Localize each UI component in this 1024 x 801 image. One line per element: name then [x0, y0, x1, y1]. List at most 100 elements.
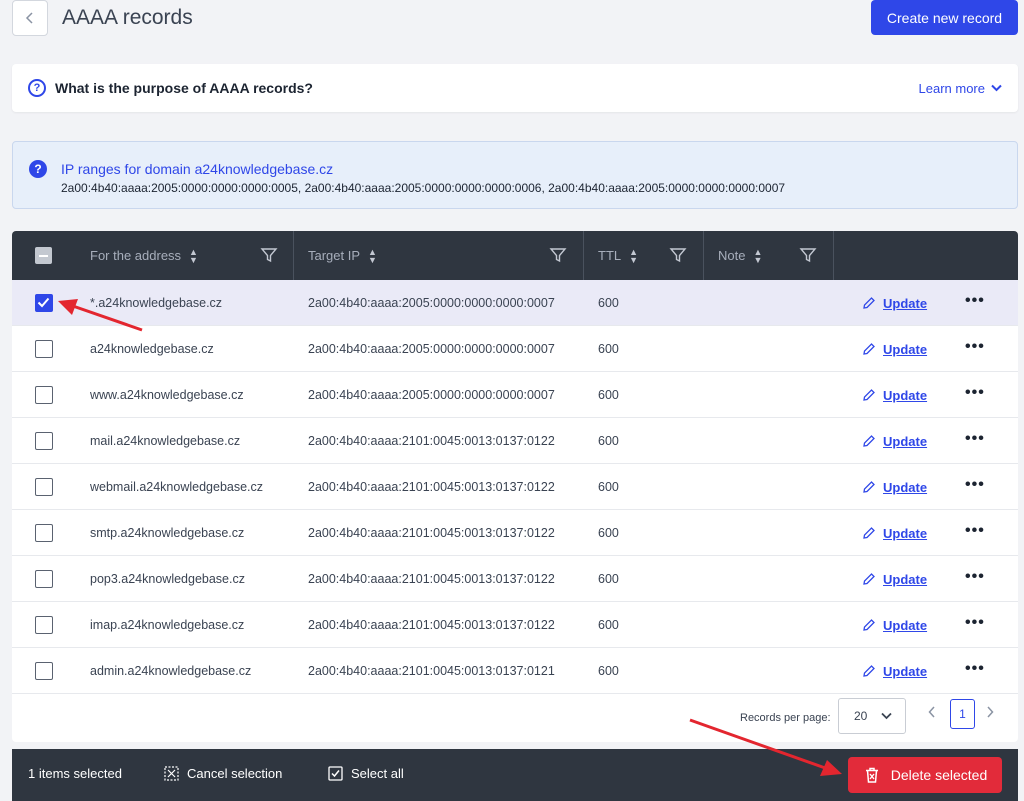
address-cell: a24knowledgebase.cz — [90, 342, 214, 356]
table-header: For the address ▲ ▼ Target IP ▲ ▼ TTL ▲ ▼ N… — [12, 231, 1018, 280]
row-checkbox[interactable] — [35, 432, 53, 450]
more-actions-icon[interactable]: ••• — [965, 476, 985, 494]
update-link[interactable]: Update — [862, 280, 927, 326]
pencil-icon — [863, 573, 875, 585]
column-ttl[interactable]: TTL ▲ ▼ — [598, 231, 638, 280]
table-row: webmail.a24knowledgebase.cz 2a00:4b40:aa… — [12, 464, 1018, 510]
row-checkbox[interactable] — [35, 386, 53, 404]
ttl-cell: 600 — [598, 434, 619, 448]
table-row: pop3.a24knowledgebase.cz 2a00:4b40:aaaa:… — [12, 556, 1018, 602]
delete-selected-label: Delete selected — [890, 767, 988, 783]
address-cell: admin.a24knowledgebase.cz — [90, 664, 252, 678]
update-label: Update — [883, 479, 928, 495]
row-checkbox[interactable] — [35, 570, 53, 588]
column-address[interactable]: For the address ▲ ▼ — [90, 231, 198, 280]
more-actions-icon[interactable]: ••• — [965, 614, 985, 632]
chevron-down-icon — [881, 712, 892, 720]
learn-more-link[interactable]: Learn more — [919, 81, 1002, 96]
page-title: AAAA records — [62, 6, 193, 29]
ttl-cell: 600 — [598, 664, 619, 678]
records-per-page-value: 20 — [854, 709, 868, 723]
more-actions-icon[interactable]: ••• — [965, 292, 985, 310]
target-ip-cell: 2a00:4b40:aaaa:2005:0000:0000:0000:0007 — [308, 388, 555, 402]
records-per-page-select[interactable]: 20 — [838, 698, 906, 734]
select-all-label: Select all — [351, 766, 404, 781]
row-checkbox[interactable] — [35, 524, 53, 542]
update-link[interactable]: Update — [862, 418, 927, 464]
target-ip-cell: 2a00:4b40:aaaa:2101:0045:0013:0137:0122 — [308, 434, 555, 448]
more-actions-icon[interactable]: ••• — [965, 522, 985, 540]
update-link[interactable]: Update — [862, 510, 927, 556]
column-target-label: Target IP — [308, 248, 361, 263]
update-link[interactable]: Update — [862, 326, 927, 372]
row-checkbox[interactable] — [35, 478, 53, 496]
records-table: For the address ▲ ▼ Target IP ▲ ▼ TTL ▲ ▼ N… — [12, 231, 1018, 742]
table-body: *.a24knowledgebase.cz 2a00:4b40:aaaa:200… — [12, 280, 1018, 694]
update-label: Update — [883, 433, 928, 449]
pencil-icon — [863, 665, 875, 677]
select-all-button[interactable]: Select all — [328, 766, 404, 781]
update-label: Update — [883, 387, 928, 403]
update-link[interactable]: Update — [862, 602, 927, 648]
prev-page-button[interactable] — [928, 706, 936, 721]
page-header: AAAA records Create new record — [12, 0, 1018, 40]
update-link[interactable]: Update — [862, 556, 927, 602]
back-button[interactable] — [12, 0, 48, 36]
page-button-current[interactable]: 1 — [950, 699, 975, 729]
filter-icon[interactable] — [549, 246, 567, 264]
more-actions-icon[interactable]: ••• — [965, 660, 985, 678]
column-divider — [833, 231, 834, 280]
column-divider — [583, 231, 584, 280]
table-row: admin.a24knowledgebase.cz 2a00:4b40:aaaa… — [12, 648, 1018, 694]
row-checkbox[interactable] — [35, 294, 53, 312]
update-label: Update — [883, 525, 928, 541]
column-note[interactable]: Note ▲ ▼ — [718, 231, 762, 280]
trash-icon — [865, 767, 878, 783]
checkbox-checked-icon — [328, 766, 343, 781]
target-ip-cell: 2a00:4b40:aaaa:2101:0045:0013:0137:0122 — [308, 480, 555, 494]
more-actions-icon[interactable]: ••• — [965, 430, 985, 448]
table-row: mail.a24knowledgebase.cz 2a00:4b40:aaaa:… — [12, 418, 1018, 464]
sort-icon: ▲ ▼ — [629, 246, 639, 265]
pencil-icon — [863, 619, 875, 631]
update-link[interactable]: Update — [862, 464, 927, 510]
row-checkbox[interactable] — [35, 662, 53, 680]
row-checkbox[interactable] — [35, 340, 53, 358]
next-page-button[interactable] — [986, 706, 994, 721]
chevron-left-icon — [25, 12, 33, 24]
select-all-checkbox[interactable] — [35, 247, 52, 264]
pencil-icon — [863, 527, 875, 539]
faq-question: What is the purpose of AAAA records? — [55, 80, 313, 96]
pencil-icon — [863, 343, 875, 355]
cancel-selection-label: Cancel selection — [187, 766, 283, 781]
sort-icon: ▲ ▼ — [189, 246, 198, 265]
filter-icon[interactable] — [799, 246, 817, 264]
column-divider — [293, 231, 294, 280]
filter-icon[interactable] — [260, 246, 278, 264]
create-record-button[interactable]: Create new record — [871, 0, 1018, 35]
address-cell: *.a24knowledgebase.cz — [90, 296, 223, 310]
pencil-icon — [863, 481, 875, 493]
more-actions-icon[interactable]: ••• — [965, 568, 985, 586]
row-checkbox[interactable] — [35, 616, 53, 634]
address-cell: imap.a24knowledgebase.cz — [90, 618, 245, 632]
more-actions-icon[interactable]: ••• — [965, 384, 985, 402]
address-cell: mail.a24knowledgebase.cz — [90, 434, 241, 448]
update-link[interactable]: Update — [862, 648, 927, 694]
ip-ranges-title: IP ranges for domain a24knowledgebase.cz — [61, 161, 334, 177]
ip-ranges-list: 2a00:4b40:aaaa:2005:0000:0000:0000:0005,… — [61, 181, 786, 195]
sort-icon: ▲ ▼ — [368, 246, 377, 265]
more-actions-icon[interactable]: ••• — [965, 338, 985, 356]
pagination: Records per page: 20 1 — [12, 694, 1018, 742]
filter-icon[interactable] — [669, 246, 687, 264]
update-label: Update — [883, 341, 928, 357]
ttl-cell: 600 — [598, 480, 619, 494]
column-target[interactable]: Target IP ▲ ▼ — [308, 231, 377, 280]
update-label: Update — [883, 295, 928, 311]
table-row: www.a24knowledgebase.cz 2a00:4b40:aaaa:2… — [12, 372, 1018, 418]
update-link[interactable]: Update — [862, 372, 927, 418]
delete-selected-button[interactable]: Delete selected — [848, 757, 1002, 793]
table-row: *.a24knowledgebase.cz 2a00:4b40:aaaa:200… — [12, 280, 1018, 326]
faq-panel[interactable]: ? What is the purpose of AAAA records? L… — [12, 64, 1018, 112]
cancel-selection-button[interactable]: Cancel selection — [164, 766, 282, 781]
